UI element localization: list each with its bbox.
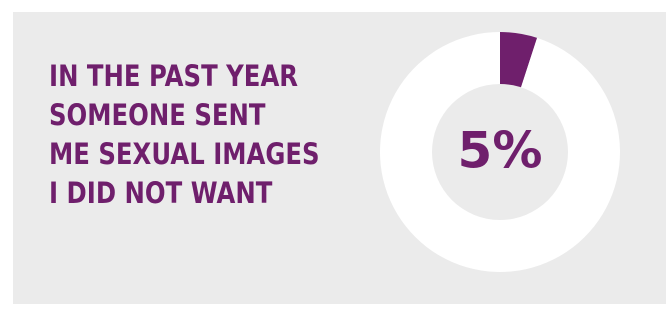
donut-chart: 5%	[380, 32, 620, 272]
statement-line-1: IN THE PAST YEAR	[49, 59, 299, 93]
statement-line-2: SOMEONE SENT	[49, 98, 266, 132]
center-percent-label: 5%	[458, 122, 543, 180]
statement-text: IN THE PAST YEAR SOMEONE SENT ME SEXUAL …	[49, 57, 326, 213]
statement-line-4: I DID NOT WANT	[49, 176, 273, 210]
statement-line-3: ME SEXUAL IMAGES	[49, 137, 320, 171]
